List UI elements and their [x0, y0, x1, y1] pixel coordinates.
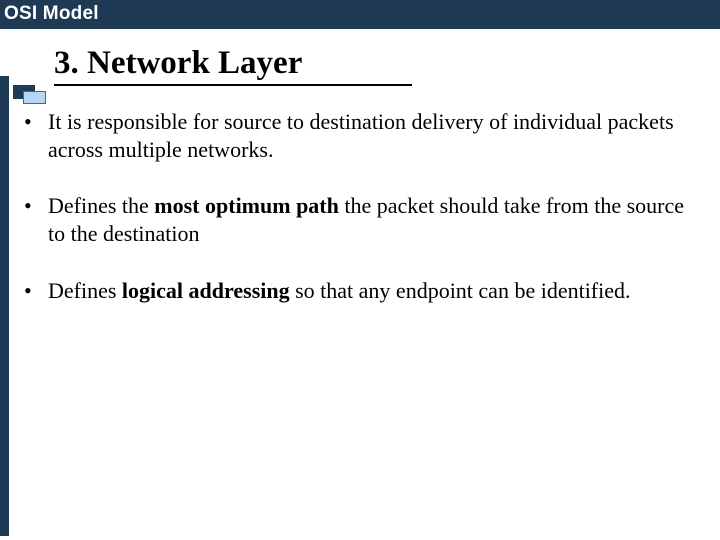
- list-item: It is responsible for source to destinat…: [16, 108, 696, 164]
- list-item: Defines the most optimum path the packet…: [16, 192, 696, 248]
- list-item: Defines logical addressing so that any e…: [16, 277, 696, 305]
- title-row: 3. Network Layer: [0, 43, 720, 95]
- bullet-list: It is responsible for source to destinat…: [16, 108, 696, 305]
- bullet-text-pre: It is responsible for source to destinat…: [48, 109, 674, 162]
- content-area: It is responsible for source to destinat…: [16, 108, 696, 333]
- bullet-text-pre: Defines the: [48, 193, 154, 218]
- title-decor-icon: [13, 85, 47, 103]
- header-bar: OSI Model: [0, 0, 720, 29]
- side-accent-bar: [0, 76, 9, 536]
- bullet-text-pre: Defines: [48, 278, 122, 303]
- bullet-text-bold: most optimum path: [154, 193, 339, 218]
- header-label: OSI Model: [4, 3, 99, 24]
- bullet-text-post: so that any endpoint can be identified.: [290, 278, 631, 303]
- bullet-text-bold: logical addressing: [122, 278, 290, 303]
- slide-title: 3. Network Layer: [54, 45, 412, 86]
